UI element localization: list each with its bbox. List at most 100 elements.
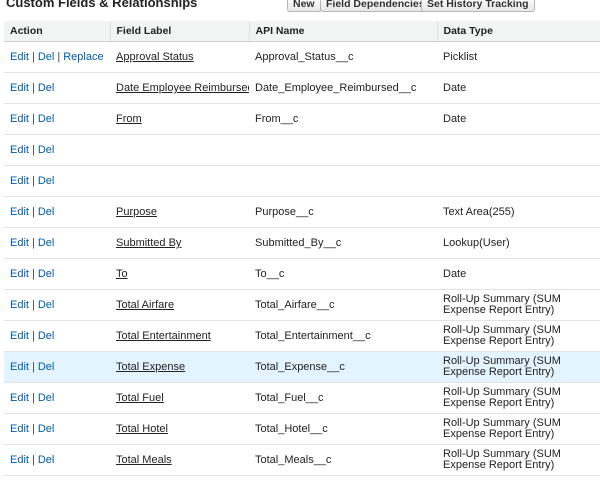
field-label-link[interactable]: Date Employee Reimbursed [116,82,249,94]
api-name-cell: Submitted_By__c [249,227,437,259]
data-type-cell [437,165,600,197]
action-separator: | [31,144,35,156]
field-label-link[interactable]: Purpose [116,206,157,218]
field-label-link[interactable]: From [116,113,142,125]
edit-link[interactable]: Edit [10,175,29,187]
edit-link[interactable]: Edit [10,51,29,63]
field-label-link[interactable]: Total Meals [116,454,172,466]
field-label-link[interactable]: Total Expense [116,361,185,373]
table-row: Edit | Del Total Entertainment Total_Enterta… [4,320,600,352]
edit-link[interactable]: Edit [10,144,29,156]
action-cell: Edit | Del [4,320,110,352]
section-title: Custom Fields & Relationships [6,0,198,10]
edit-link[interactable]: Edit [10,206,29,218]
field-label-link[interactable]: Total Fuel [116,392,164,404]
field-dependencies-button[interactable]: Field Dependencies [320,0,431,12]
field-label-cell: Date Employee Reimbursed [110,72,249,104]
delete-link[interactable]: Del [38,113,55,125]
action-separator: | [31,299,35,311]
action-separator: | [31,361,35,373]
field-label-link[interactable]: Total Entertainment [116,330,211,342]
field-label-cell: Purpose [110,196,249,228]
field-label-cell: Total Airfare [110,289,249,321]
action-separator: | [31,268,35,280]
field-label-link[interactable]: Submitted By [116,237,181,249]
field-label-link[interactable]: To [116,268,128,280]
delete-link[interactable]: Del [38,330,55,342]
field-label-cell: Submitted By [110,227,249,259]
field-label-cell: Total Fuel [110,382,249,414]
data-type-cell [437,134,600,166]
delete-link[interactable]: Del [38,237,55,249]
custom-fields-table: Action Field Label API Name Data Type Ed… [4,21,600,476]
table-row: Edit | Del Total Expense Total_Expense__c Rol… [4,351,600,383]
delete-link[interactable]: Del [38,82,55,94]
api-name-cell: Total_Hotel__c [249,413,437,445]
field-label-cell: Total Hotel [110,413,249,445]
replace-link[interactable]: Replace [63,51,103,63]
api-name-cell: Date_Employee_Reimbursed__c [249,72,437,104]
delete-link[interactable]: Del [38,299,55,311]
edit-link[interactable]: Edit [10,392,29,404]
new-button[interactable]: New [287,0,321,12]
column-header-action: Action [4,21,111,42]
api-name-cell: Total_Fuel__c [249,382,437,414]
api-name-cell: To__c [249,258,437,290]
field-label-cell [110,134,249,166]
set-history-tracking-button[interactable]: Set History Tracking [421,0,535,12]
column-header-field-label: Field Label [110,21,250,42]
table-row: Edit | Del Date Employee Reimbursed Date_Emp… [4,72,600,104]
data-type-cell: Roll-Up Summary (SUM Expense Report Entr… [437,382,600,414]
field-label-cell: To [110,258,249,290]
action-separator: | [31,206,35,218]
action-cell: Edit | Del [4,134,110,166]
data-type-cell: Date [437,258,600,290]
api-name-cell: Total_Airfare__c [249,289,437,321]
action-separator: | [31,454,35,466]
action-separator: | [31,423,35,435]
api-name-cell [249,134,437,166]
delete-link[interactable]: Del [38,361,55,373]
table-row: Edit | Del From From__c Date [4,103,600,135]
api-name-cell [249,165,437,197]
delete-link[interactable]: Del [38,454,55,466]
edit-link[interactable]: Edit [10,113,29,125]
edit-link[interactable]: Edit [10,237,29,249]
table-header-row: Action Field Label API Name Data Type [4,21,600,42]
table-row: Edit | Del Total Airfare Total_Airfare__c Rol… [4,289,600,321]
action-separator: | [31,237,35,249]
action-separator: | [31,175,35,187]
edit-link[interactable]: Edit [10,299,29,311]
delete-link[interactable]: Del [38,392,55,404]
table-row: Edit | Del Total Hotel Total_Hotel__c Roll-Up… [4,413,600,445]
delete-link[interactable]: Del [38,206,55,218]
delete-link[interactable]: Del [38,175,55,187]
table-body: Edit | Del | Replace Approval Status Approval_… [4,41,600,476]
edit-link[interactable]: Edit [10,423,29,435]
api-name-cell: From__c [249,103,437,135]
delete-link[interactable]: Del [38,268,55,280]
edit-link[interactable]: Edit [10,82,29,94]
action-cell: Edit | Del [4,413,110,445]
edit-link[interactable]: Edit [10,330,29,342]
edit-link[interactable]: Edit [10,361,29,373]
api-name-cell: Total_Entertainment__c [249,320,437,352]
action-cell: Edit | Del [4,382,110,414]
delete-link[interactable]: Del [38,144,55,156]
field-label-link[interactable]: Total Hotel [116,423,168,435]
action-cell: Edit | Del [4,103,110,135]
data-type-cell: Picklist [437,41,600,73]
field-label-link[interactable]: Total Airfare [116,299,174,311]
field-label-cell [110,165,249,197]
edit-link[interactable]: Edit [10,454,29,466]
edit-link[interactable]: Edit [10,268,29,280]
delete-link[interactable]: Del [38,51,55,63]
data-type-cell: Lookup(User) [437,227,600,259]
action-cell: Edit | Del [4,289,110,321]
field-label-cell: Approval Status [110,41,249,73]
field-label-link[interactable]: Approval Status [116,51,194,63]
action-separator: | [31,51,35,63]
action-separator: | [31,113,35,125]
section-header: Custom Fields & Relationships New Field … [0,0,600,22]
delete-link[interactable]: Del [38,423,55,435]
